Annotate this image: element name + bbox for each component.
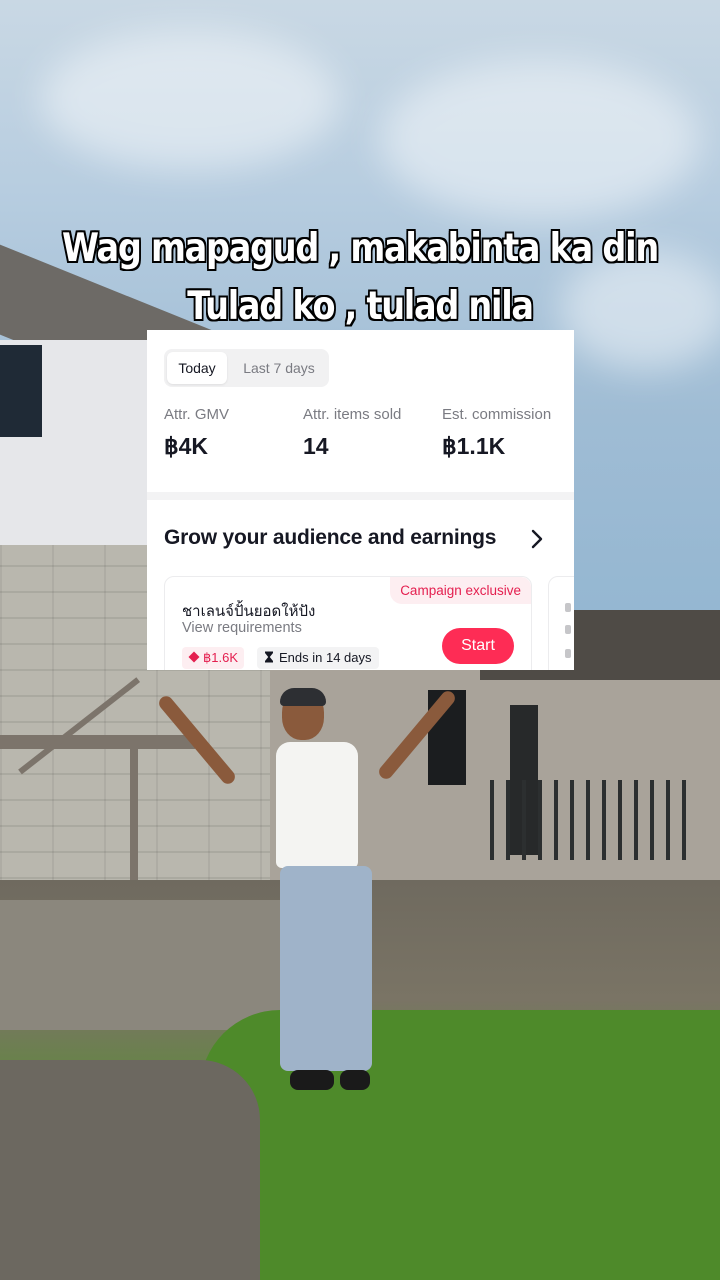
campaign-card-next[interactable]	[548, 576, 574, 670]
ends-in-text: Ends in 14 days	[279, 650, 372, 665]
grow-section-header[interactable]: Grow your audience and earnings	[164, 526, 544, 552]
person-pants	[280, 866, 372, 1071]
view-requirements-link[interactable]: View requirements	[182, 620, 302, 636]
start-button[interactable]: Start	[442, 628, 514, 664]
metric-value: ฿1.1K	[442, 433, 506, 459]
house-window	[0, 345, 42, 437]
cloud	[40, 30, 340, 170]
concrete-slab	[0, 900, 280, 1030]
metric-commission: Est. commission ฿1.1K	[442, 406, 551, 460]
ends-in-chip: Ends in 14 days	[257, 647, 379, 669]
metal-gate	[490, 780, 690, 860]
cloud	[380, 60, 700, 220]
diamond-icon	[188, 651, 200, 663]
person-shoe	[290, 1070, 334, 1090]
video-caption: Wag mapagud , makabinta ka din Tulad ko …	[0, 220, 720, 336]
chevron-right-icon	[531, 529, 543, 549]
reward-value: ฿1.6K	[203, 650, 239, 665]
caption-line-1: Wag mapagud , makabinta ka din	[62, 226, 659, 271]
person-cap	[280, 688, 326, 706]
metric-value: 14	[303, 433, 329, 459]
person-shoe	[340, 1070, 370, 1090]
metric-value: ฿4K	[164, 433, 209, 459]
metric-items-sold: Attr. items sold 14	[303, 406, 401, 460]
hourglass-icon	[265, 651, 273, 663]
person-figure	[156, 688, 458, 1100]
section-divider	[147, 492, 574, 500]
caption-line-2: Tulad ko , tulad nila	[187, 284, 534, 329]
tab-last-7-days[interactable]: Last 7 days	[233, 352, 325, 384]
gravel-path	[0, 1060, 260, 1280]
grow-title: Grow your audience and earnings	[164, 526, 497, 549]
metric-label: Est. commission	[442, 406, 552, 423]
affiliate-stats-panel: Today Last 7 days Attr. GMV ฿4K Attr. it…	[147, 330, 574, 670]
truncated-text	[565, 625, 571, 634]
date-range-toggle: Today Last 7 days	[164, 349, 329, 387]
campaign-card[interactable]: Campaign exclusive ชาเลนจ์ปั้นยอดให้ปัง …	[164, 576, 532, 670]
truncated-text	[565, 649, 571, 658]
person-shirt	[276, 742, 358, 868]
metric-label: Attr. items sold	[303, 406, 402, 423]
truncated-text	[565, 603, 571, 612]
metric-gmv: Attr. GMV ฿4K	[164, 406, 229, 460]
metric-label: Attr. GMV	[164, 406, 230, 423]
reward-chip: ฿1.6K	[182, 647, 245, 669]
campaign-exclusive-badge: Campaign exclusive	[390, 577, 531, 604]
tab-today[interactable]: Today	[167, 352, 227, 384]
